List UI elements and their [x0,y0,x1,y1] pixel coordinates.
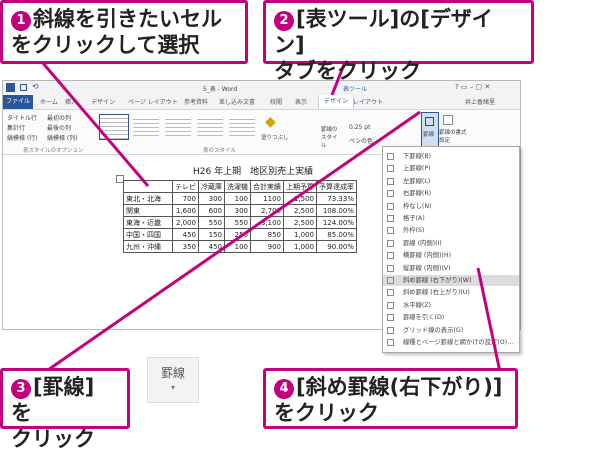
callout-4-line1: [斜め罫線(右下がり)] [296,375,503,399]
step-number-1: 1 [11,11,31,31]
borders-button-illustration-label: 罫線 [160,366,185,380]
callout-step-2: 2 [表ツール]の[デザイン] タブをクリック [263,0,534,83]
callout-2-line1: [表ツール]の[デザイン] [274,7,493,57]
connector-line-1 [40,61,150,187]
connector-line-4 [476,267,502,373]
callout-1-line1: 斜線を引きたいセル [33,7,222,31]
step-number-3: 3 [11,379,31,399]
callout-1-line2: をクリックして選択 [11,33,200,57]
step-number-4: 4 [274,379,294,399]
chevron-down-icon: ▾ [170,383,175,392]
callout-step-1: 1 斜線を引きたいセル をクリックして選択 [0,0,248,64]
callout-3-line2: クリック [11,427,95,451]
callout-step-3: 3 [罫線] を クリック [0,368,130,451]
callout-2-line2: タブをクリック [274,59,421,83]
callout-step-4: 4 [斜め罫線(右下がり)] をクリック [263,368,518,429]
borders-button-illustration: 罫線 ▾ [147,357,199,403]
step-number-2: 2 [274,11,294,31]
connector-line-3 [44,110,421,374]
callout-4-line2: をクリック [274,401,379,425]
